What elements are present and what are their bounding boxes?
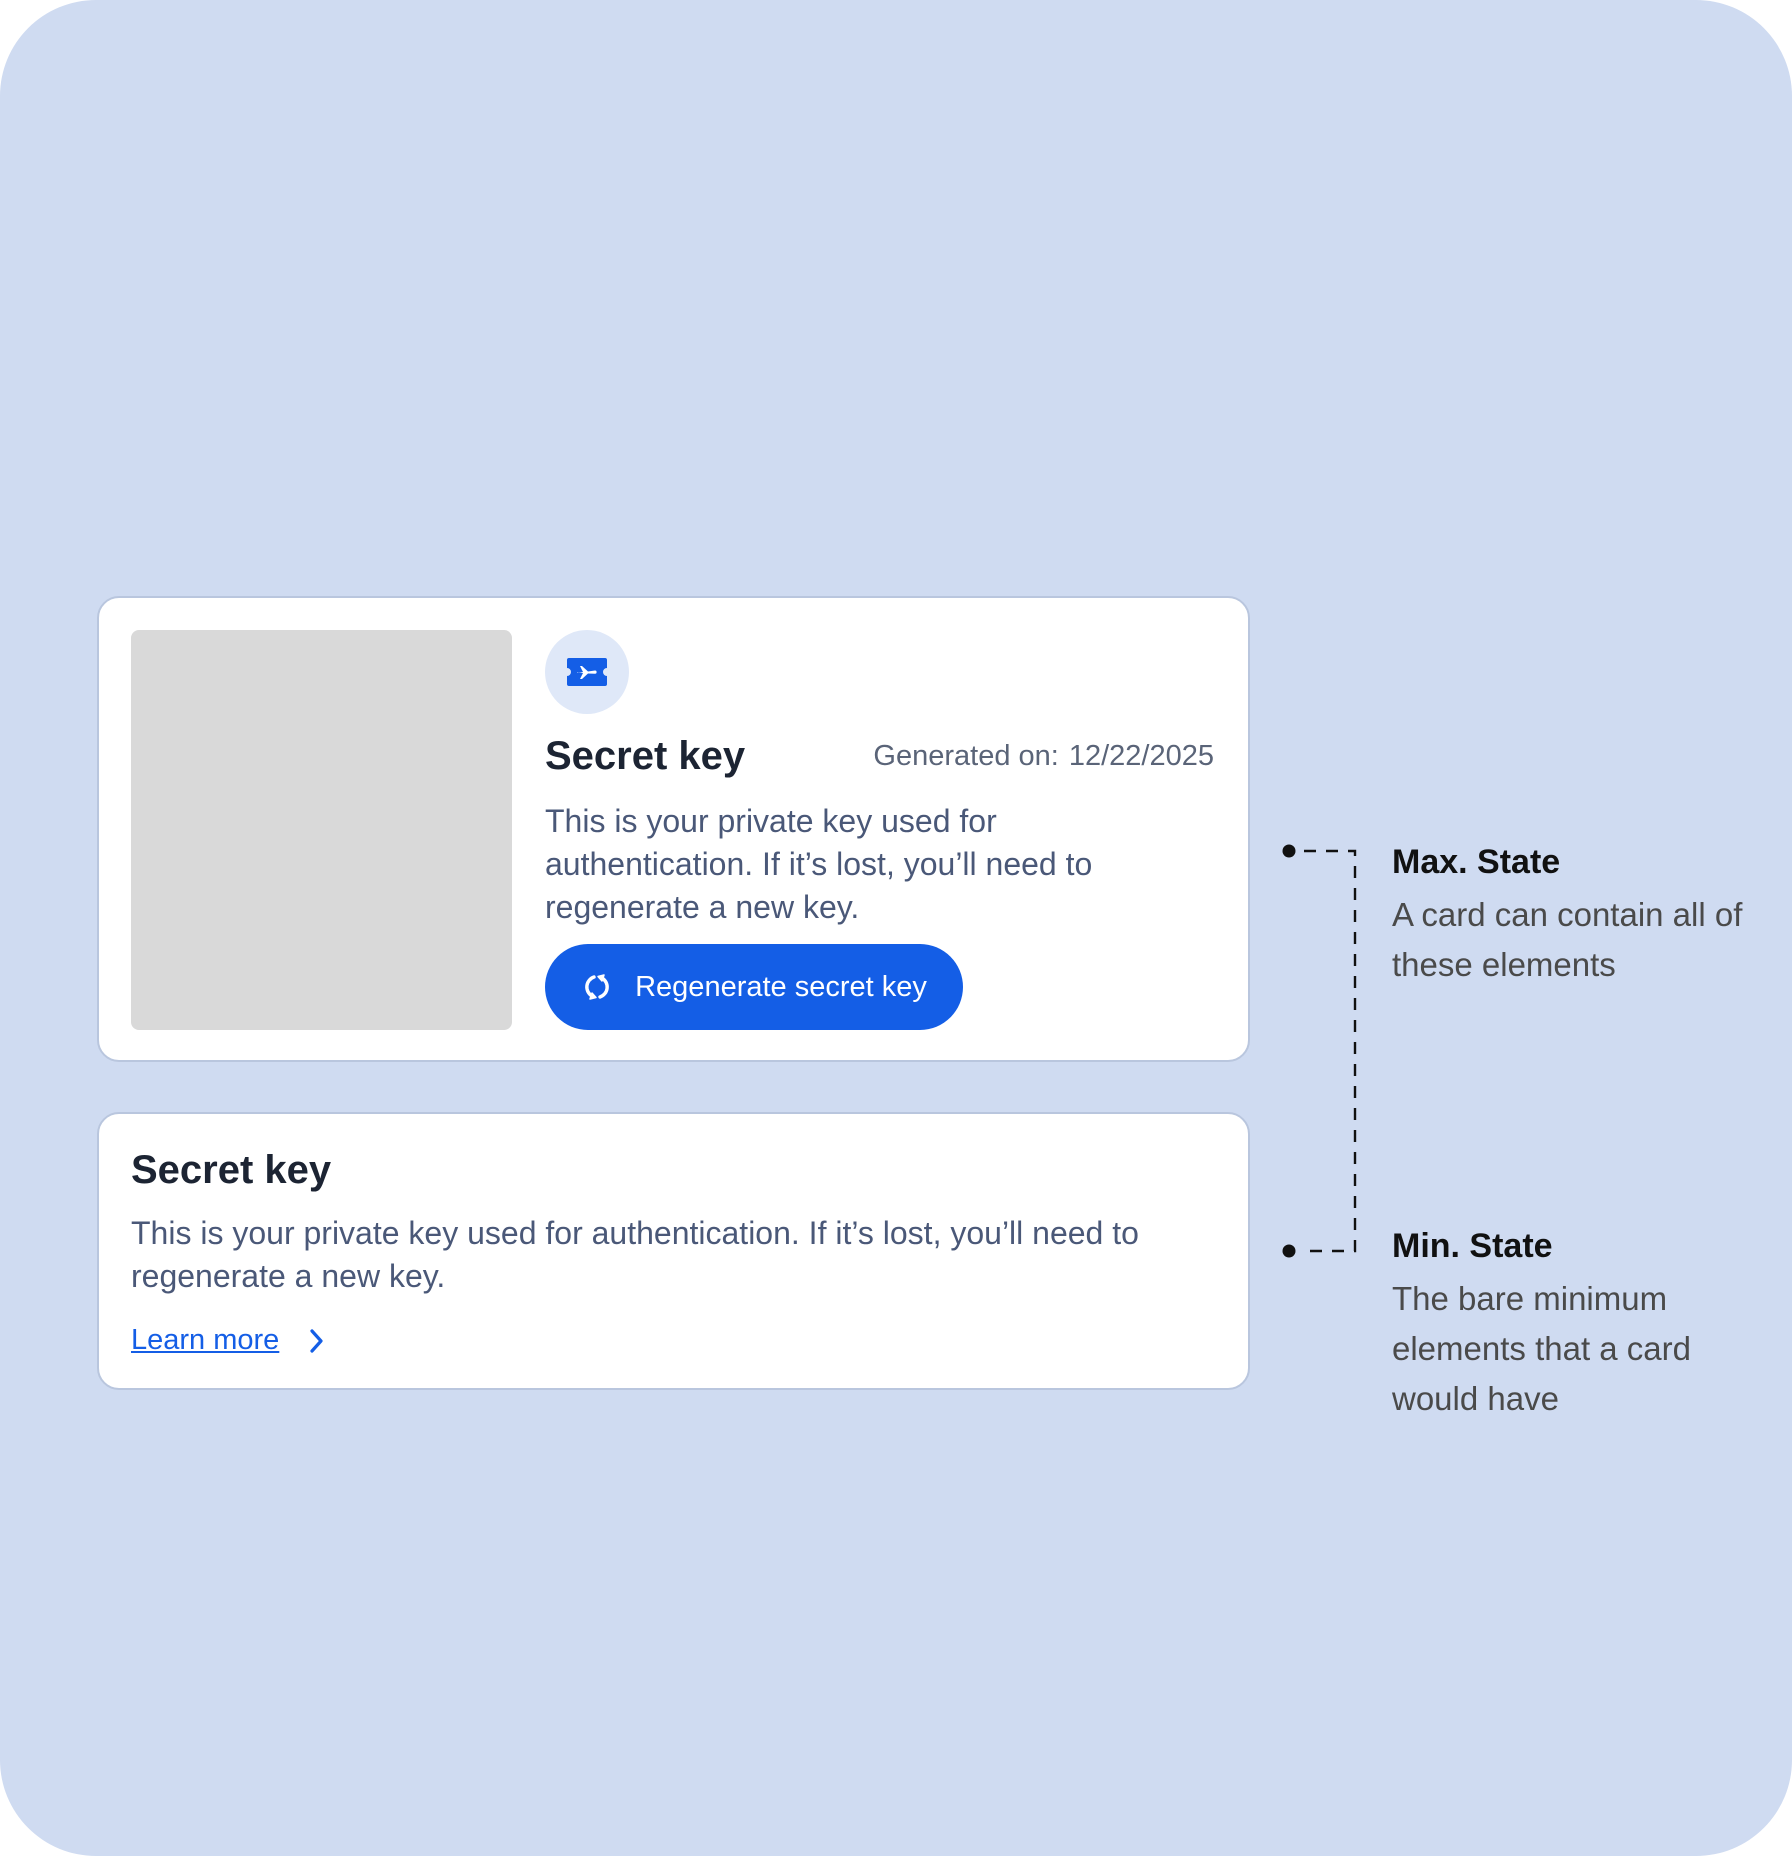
diagram-canvas: Secret key Generated on: 12/22/2025 This … bbox=[0, 0, 1792, 1856]
min-connector-dot bbox=[1282, 1244, 1296, 1258]
annotation-text: A card can contain all of these elements bbox=[1392, 896, 1743, 983]
max-connector-dot bbox=[1282, 844, 1296, 858]
max-state-annotation: Max. State A card can contain all of the… bbox=[1392, 838, 1772, 990]
annotation-text: The bare minimum elements that a card wo… bbox=[1392, 1280, 1691, 1417]
annotation-title: Max. State bbox=[1392, 843, 1561, 881]
min-state-annotation: Min. State The bare minimum elements tha… bbox=[1392, 1222, 1772, 1424]
annotation-title: Min. State bbox=[1392, 1227, 1553, 1265]
bracket-line bbox=[1304, 849, 1357, 1253]
